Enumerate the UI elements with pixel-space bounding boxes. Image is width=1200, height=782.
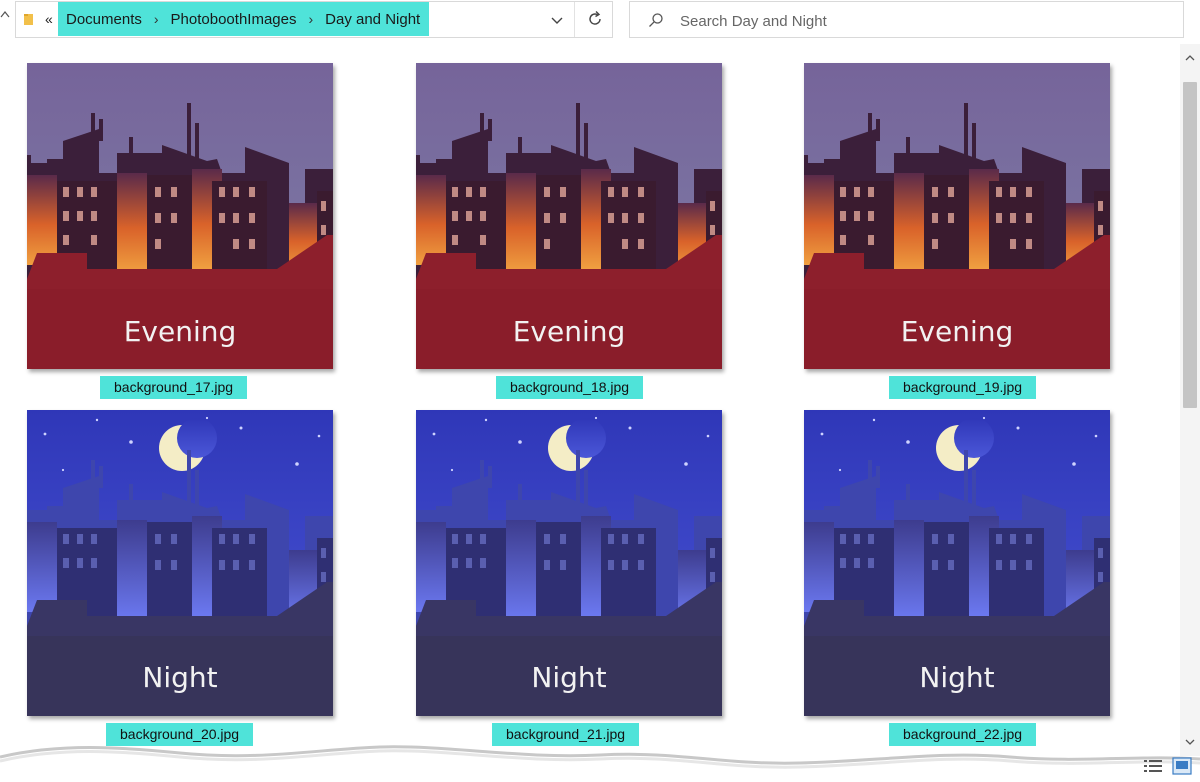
file-name-label[interactable]: background_19.jpg — [889, 376, 1037, 399]
vertical-scrollbar[interactable] — [1180, 44, 1200, 756]
breadcrumb-item-documents[interactable]: Documents — [66, 11, 142, 28]
breadcrumb-item-photoboothimages[interactable]: PhotoboothImages — [171, 11, 297, 28]
file-grid: Evening background_17.jpg Evening backgr… — [0, 44, 1180, 782]
thumbnail-night[interactable]: Night — [27, 410, 333, 716]
file-tile-background-20[interactable]: Night background_20.jpg — [27, 410, 335, 750]
breadcrumb-item-day-and-night[interactable]: Day and Night — [325, 11, 420, 28]
breadcrumb-separator-icon[interactable]: › — [154, 11, 159, 27]
breadcrumb-separator-icon[interactable]: › — [308, 11, 313, 27]
thumbnail-evening[interactable]: Evening — [804, 63, 1110, 369]
details-view-icon[interactable] — [1143, 758, 1163, 774]
thumbnail-night[interactable]: Night — [804, 410, 1110, 716]
up-chevron-icon[interactable] — [0, 8, 10, 22]
thumbnail-caption: Night — [531, 661, 606, 694]
navigation-bar: « Documents › PhotoboothImages › Day and… — [0, 0, 1200, 44]
file-name-label[interactable]: background_18.jpg — [496, 376, 644, 399]
file-tile-background-19[interactable]: Evening background_19.jpg — [804, 63, 1112, 403]
search-box[interactable] — [629, 1, 1184, 38]
large-icons-view-icon[interactable] — [1172, 757, 1192, 775]
thumbnail-caption: Evening — [124, 315, 237, 348]
breadcrumb-overflow-button[interactable]: « — [45, 11, 53, 27]
refresh-icon[interactable] — [584, 8, 606, 30]
breadcrumb: Documents › PhotoboothImages › Day and N… — [58, 2, 429, 36]
thumbnail-night[interactable]: Night — [416, 410, 722, 716]
thumbnail-evening[interactable]: Evening — [27, 63, 333, 369]
torn-paper-edge — [0, 745, 1200, 782]
file-name-label[interactable]: background_17.jpg — [100, 376, 248, 399]
address-divider — [574, 2, 575, 37]
file-tile-background-22[interactable]: Night background_22.jpg — [804, 410, 1112, 750]
thumbnail-evening[interactable]: Evening — [416, 63, 722, 369]
folder-icon — [23, 12, 35, 26]
thumbnail-caption: Evening — [513, 315, 626, 348]
thumbnail-caption: Night — [919, 661, 994, 694]
chevron-down-icon[interactable] — [548, 11, 566, 29]
file-tile-background-17[interactable]: Evening background_17.jpg — [27, 63, 335, 403]
search-icon — [648, 12, 664, 28]
file-tile-background-21[interactable]: Night background_21.jpg — [416, 410, 724, 750]
scrollbar-thumb[interactable] — [1183, 82, 1197, 408]
search-input[interactable] — [678, 8, 1162, 34]
thumbnail-caption: Night — [142, 661, 217, 694]
file-tile-background-18[interactable]: Evening background_18.jpg — [416, 63, 724, 403]
thumbnail-caption: Evening — [901, 315, 1014, 348]
address-bar[interactable]: « Documents › PhotoboothImages › Day and… — [15, 1, 613, 38]
scroll-up-icon[interactable] — [1184, 50, 1196, 61]
